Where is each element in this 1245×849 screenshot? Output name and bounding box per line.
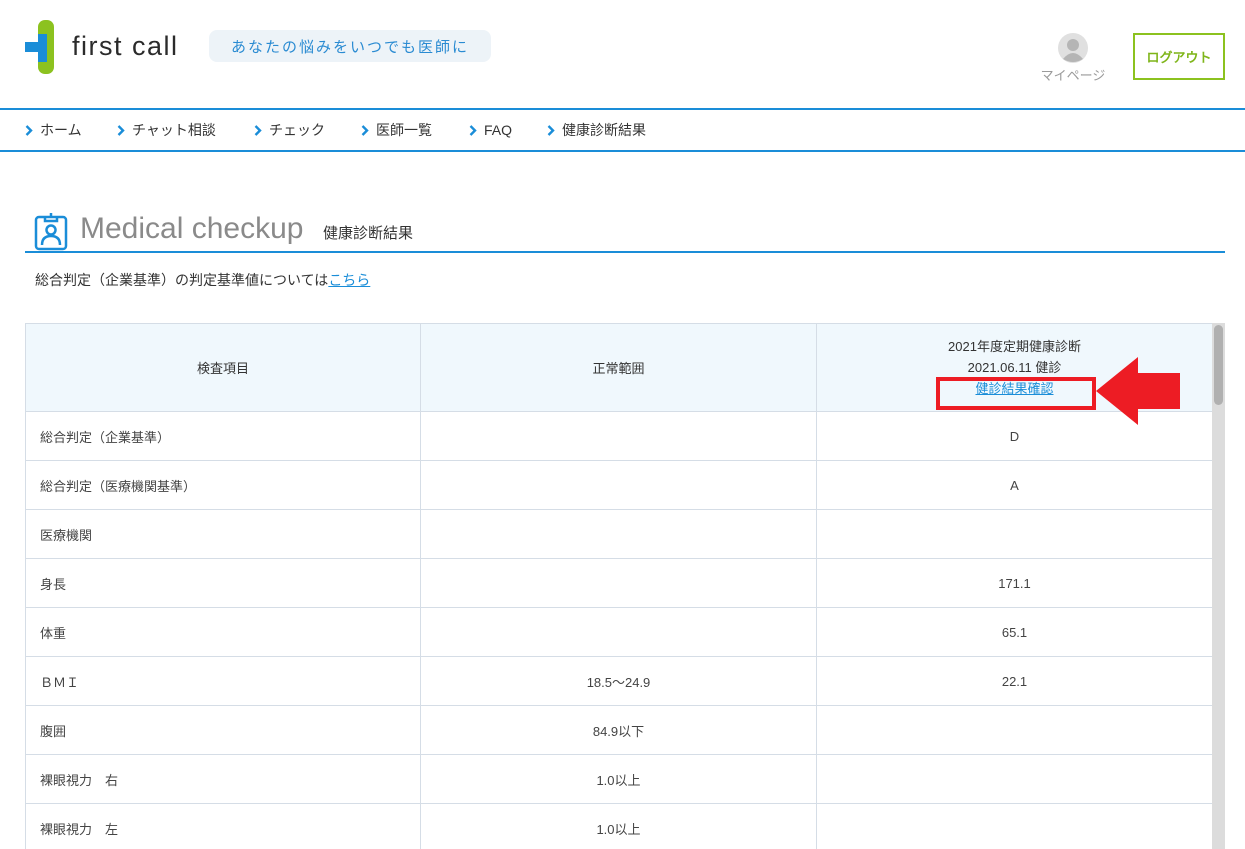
chevron-right-icon <box>254 124 262 136</box>
view-results-link[interactable]: 健診結果確認 <box>975 378 1053 399</box>
table-scrollbar-thumb[interactable] <box>1214 325 1223 405</box>
cell-value <box>816 803 1212 849</box>
header-item: 検査項目 <box>25 323 421 412</box>
id-badge-icon <box>34 213 68 251</box>
cell-range: 84.9以下 <box>420 705 817 755</box>
cell-item: 裸眼視力 左 <box>25 803 421 849</box>
nav-item-label: チェック <box>269 122 325 138</box>
cell-item: 裸眼視力 右 <box>25 754 421 804</box>
tagline: あなたの悩みをいつでも医師に <box>209 30 491 62</box>
nav-bottom-divider <box>0 150 1245 152</box>
nav-item-label: チャット相談 <box>132 122 216 138</box>
main-nav: ホーム チャット相談 チェック 医師一覧 FAQ 健康診断結果 <box>0 110 1245 150</box>
criteria-notice-text: 総合判定（企業基準）の判定基準値については <box>35 272 329 288</box>
cell-value: 65.1 <box>816 607 1212 657</box>
cell-value: D <box>816 411 1212 461</box>
mypage-label: マイページ <box>1040 68 1106 83</box>
cell-range <box>420 411 817 461</box>
chevron-right-icon <box>547 124 555 136</box>
nav-item-doctors[interactable]: 医師一覧 <box>361 110 432 150</box>
cell-range: 1.0以上 <box>420 803 817 849</box>
nav-item-label: 健康診断結果 <box>562 122 646 138</box>
cell-item: 身長 <box>25 558 421 608</box>
chevron-right-icon <box>25 124 33 136</box>
cell-value: 22.1 <box>816 656 1212 706</box>
page-subtitle: 健康診断結果 <box>323 225 414 242</box>
cell-range <box>420 558 817 608</box>
title-divider <box>25 251 1225 253</box>
first-call-logo-icon[interactable] <box>25 20 58 74</box>
cell-range <box>420 509 817 559</box>
table-row: ＢＭＩ 18.5～24.9 22.1 <box>25 656 1212 706</box>
nav-item-label: 医師一覧 <box>376 122 432 138</box>
cell-item: ＢＭＩ <box>25 656 421 706</box>
nav-item-chat[interactable]: チャット相談 <box>117 110 216 150</box>
table-row: 裸眼視力 右 1.0以上 <box>25 754 1212 804</box>
nav-item-check[interactable]: チェック <box>254 110 325 150</box>
cell-range: 1.0以上 <box>420 754 817 804</box>
cell-range <box>420 460 817 510</box>
table-row: 総合判定（医療機関基準） A <box>25 460 1212 510</box>
results-table-container: 検査項目 正常範囲 2021年度定期健康診断 2021.06.11 健診 健診結… <box>25 323 1212 849</box>
cell-value: 171.1 <box>816 558 1212 608</box>
avatar-icon <box>1058 33 1088 63</box>
page-title: Medical checkup <box>80 212 304 245</box>
table-row: 体重 65.1 <box>25 607 1212 657</box>
nav-item-home[interactable]: ホーム <box>25 110 82 150</box>
cell-value <box>816 754 1212 804</box>
logo-text[interactable]: first call <box>72 28 179 64</box>
criteria-link[interactable]: こちら <box>328 272 370 288</box>
table-row: 身長 171.1 <box>25 558 1212 608</box>
table-row: 医療機関 <box>25 509 1212 559</box>
criteria-notice: 総合判定（企業基準）の判定基準値についてはこちら <box>35 271 370 289</box>
header-normal-range: 正常範囲 <box>420 323 817 412</box>
logout-button[interactable]: ログアウト <box>1133 33 1225 80</box>
header-exam: 2021年度定期健康診断 2021.06.11 健診 健診結果確認 <box>816 323 1212 412</box>
nav-item-checkup-results[interactable]: 健康診断結果 <box>547 110 646 150</box>
cell-value <box>816 509 1212 559</box>
nav-item-label: ホーム <box>40 122 82 138</box>
exam-title: 2021年度定期健康診断 <box>948 339 1081 354</box>
results-table: 検査項目 正常範囲 2021年度定期健康診断 2021.06.11 健診 健診結… <box>25 323 1212 849</box>
chevron-right-icon <box>469 124 477 136</box>
cell-value: A <box>816 460 1212 510</box>
table-row: 裸眼視力 左 1.0以上 <box>25 803 1212 849</box>
cell-item: 総合判定（企業基準） <box>25 411 421 461</box>
cell-range <box>420 607 817 657</box>
cell-item: 腹囲 <box>25 705 421 755</box>
cell-item: 医療機関 <box>25 509 421 559</box>
chevron-right-icon <box>361 124 369 136</box>
exam-date: 2021.06.11 健診 <box>967 360 1062 375</box>
table-row: 腹囲 84.9以下 <box>25 705 1212 755</box>
table-header-row: 検査項目 正常範囲 2021年度定期健康診断 2021.06.11 健診 健診結… <box>25 323 1212 412</box>
cell-item: 体重 <box>25 607 421 657</box>
cell-value <box>816 705 1212 755</box>
nav-item-label: FAQ <box>484 122 513 138</box>
cell-range: 18.5～24.9 <box>420 656 817 706</box>
nav-item-faq[interactable]: FAQ <box>469 110 512 150</box>
cell-item: 総合判定（医療機関基準） <box>25 460 421 510</box>
chevron-right-icon <box>117 124 125 136</box>
mypage-link[interactable]: マイページ <box>1038 33 1108 83</box>
table-row: 総合判定（企業基準） D <box>25 411 1212 461</box>
